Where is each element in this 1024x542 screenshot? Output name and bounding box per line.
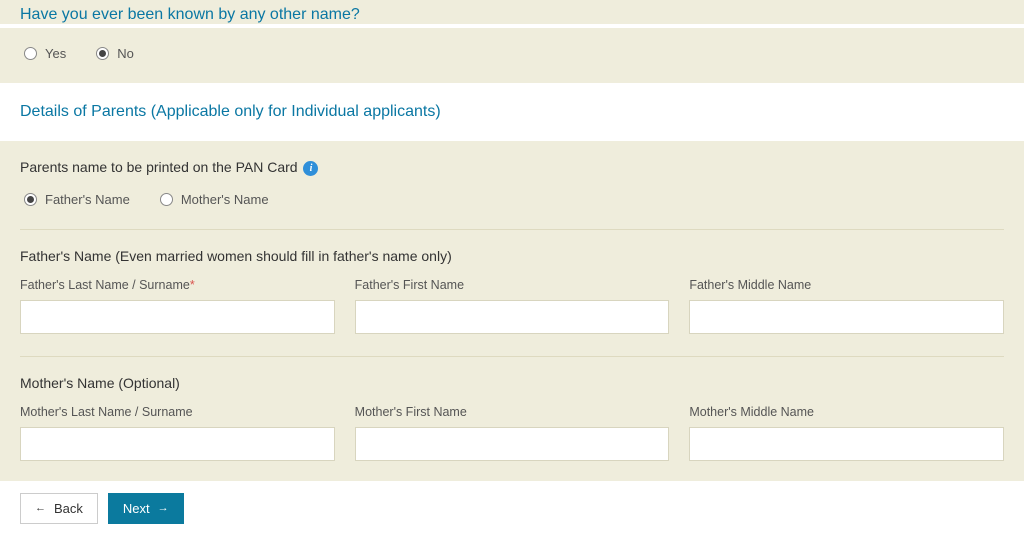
arrow-right-icon: → (158, 503, 169, 514)
arrow-left-icon: ← (35, 503, 46, 514)
other-name-no-radio[interactable]: No (96, 46, 134, 61)
other-name-radio-group: Yes No (20, 32, 1004, 61)
mother-last-label: Mother's Last Name / Surname (20, 405, 335, 419)
divider (20, 229, 1004, 230)
father-first-input[interactable] (355, 300, 670, 334)
print-on-card-label: Parents name to be printed on the PAN Ca… (20, 159, 298, 175)
print-mother-radio[interactable]: Mother's Name (160, 192, 269, 207)
radio-icon (24, 193, 37, 206)
print-father-radio[interactable]: Father's Name (24, 192, 130, 207)
back-button[interactable]: ← Back (20, 493, 98, 524)
mother-first-label: Mother's First Name (355, 405, 670, 419)
father-middle-label: Father's Middle Name (689, 278, 1004, 292)
radio-label: Mother's Name (181, 192, 269, 207)
radio-label: Father's Name (45, 192, 130, 207)
wizard-buttons: ← Back Next → (0, 481, 1024, 542)
radio-label: Yes (45, 46, 66, 61)
father-last-input[interactable] (20, 300, 335, 334)
mother-last-input[interactable] (20, 427, 335, 461)
father-name-heading: Father's Name (Even married women should… (20, 248, 1004, 264)
next-button-label: Next (123, 501, 150, 516)
print-on-card-group: Parents name to be printed on the PAN Ca… (20, 159, 1004, 176)
divider (20, 356, 1004, 357)
radio-icon (24, 47, 37, 60)
mother-middle-input[interactable] (689, 427, 1004, 461)
father-middle-input[interactable] (689, 300, 1004, 334)
radio-icon (96, 47, 109, 60)
mother-middle-label: Mother's Middle Name (689, 405, 1004, 419)
print-parent-radio-group: Father's Name Mother's Name (20, 182, 1004, 207)
other-name-yes-radio[interactable]: Yes (24, 46, 66, 61)
father-first-label: Father's First Name (355, 278, 670, 292)
radio-icon (160, 193, 173, 206)
mother-name-heading: Mother's Name (Optional) (20, 375, 1004, 391)
other-name-question: Have you ever been known by any other na… (20, 6, 1004, 24)
radio-label: No (117, 46, 134, 61)
info-icon[interactable]: i (303, 161, 318, 176)
father-last-label: Father's Last Name / Surname* (20, 278, 335, 292)
mother-first-input[interactable] (355, 427, 670, 461)
next-button[interactable]: Next → (108, 493, 184, 524)
parents-section-heading: Details of Parents (Applicable only for … (20, 93, 1004, 131)
back-button-label: Back (54, 501, 83, 516)
